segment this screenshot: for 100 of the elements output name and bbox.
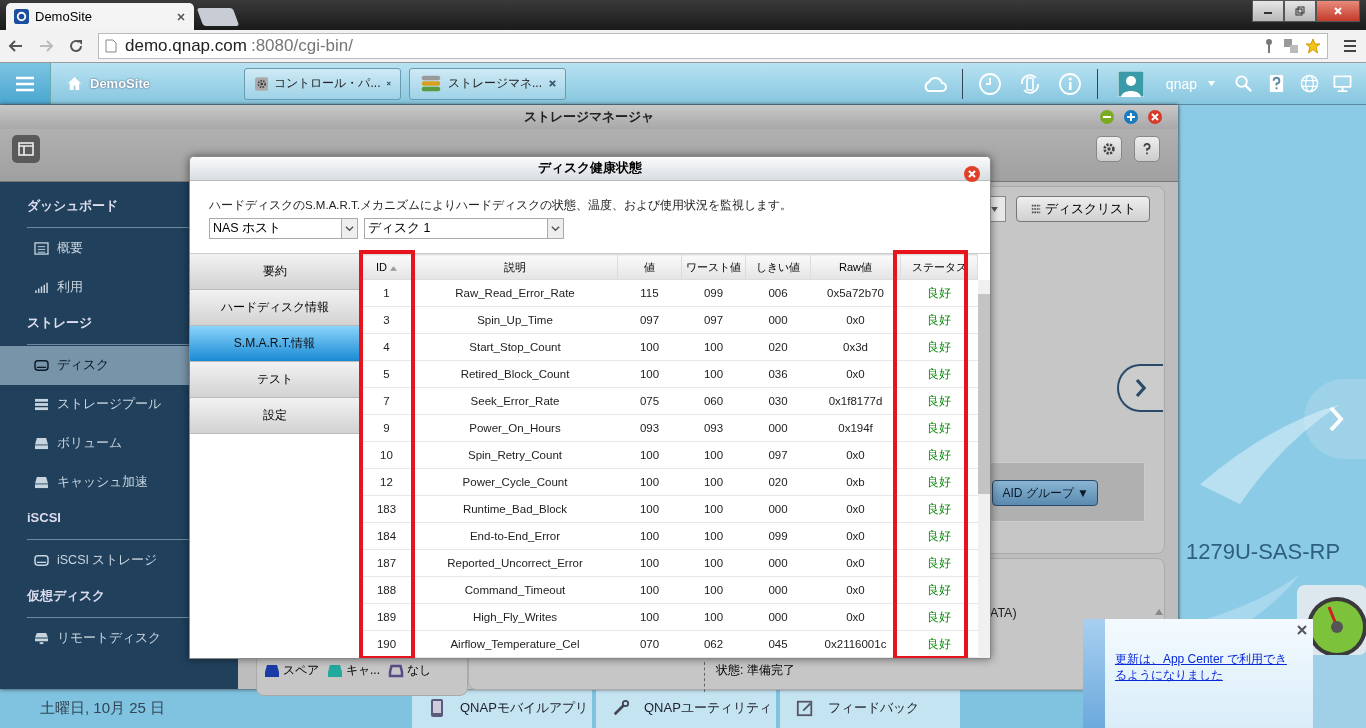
table-cell: 099 xyxy=(681,279,746,307)
avatar-icon[interactable] xyxy=(1117,70,1144,97)
column-header[interactable]: Raw値 xyxy=(810,254,901,280)
next-button[interactable] xyxy=(1117,364,1163,412)
close-button[interactable] xyxy=(1148,110,1162,124)
help-button[interactable] xyxy=(1134,136,1160,162)
column-header[interactable]: 値 xyxy=(617,254,682,280)
caret-icon xyxy=(1207,80,1216,87)
translate-icon[interactable] xyxy=(1283,38,1299,54)
new-tab-button[interactable] xyxy=(196,8,240,26)
table-cell: 100 xyxy=(617,360,682,388)
maximize-button[interactable] xyxy=(1124,110,1138,124)
table-cell: 062 xyxy=(681,630,746,658)
close-icon[interactable] xyxy=(176,11,186,22)
table-cell: End-to-End_Error xyxy=(412,522,618,550)
drive-icon xyxy=(34,437,49,450)
device-name: 1279U-SAS-RP xyxy=(1186,539,1341,565)
settings-button[interactable] xyxy=(1096,136,1122,162)
table-cell: Raw_Read_Error_Rate xyxy=(412,279,618,307)
chevron-icon xyxy=(1133,376,1149,400)
stack-icon xyxy=(34,398,49,411)
close-icon[interactable] xyxy=(1297,625,1307,635)
table-cell: 020 xyxy=(745,333,811,361)
table-cell: 115 xyxy=(617,279,682,307)
drive-icon xyxy=(34,632,49,645)
table-cell: 良好 xyxy=(900,468,978,496)
table-cell: 006 xyxy=(745,279,811,307)
table-cell: 良好 xyxy=(900,387,978,415)
status-text: 状態: 準備完了 xyxy=(716,662,795,679)
table-cell: Runtime_Bad_Block xyxy=(412,495,618,523)
close-button[interactable] xyxy=(964,166,980,182)
drive-icon xyxy=(34,476,49,489)
app-tab[interactable]: コントロール・パ... xyxy=(244,67,401,100)
menu-button[interactable] xyxy=(0,63,51,104)
taskbar-item[interactable]: QNAPユーティリティ xyxy=(596,688,776,728)
close-icon xyxy=(1332,5,1344,17)
menu-icon xyxy=(15,75,35,92)
host-select[interactable]: NAS ホスト xyxy=(209,218,358,239)
menu-tab[interactable]: テスト xyxy=(190,362,359,398)
help-icon[interactable] xyxy=(1267,74,1286,93)
page-icon xyxy=(105,39,117,53)
tab-title: DemoSite xyxy=(35,9,94,24)
close-icon[interactable] xyxy=(548,79,557,88)
table-cell: 060 xyxy=(681,387,746,415)
table-cell: 100 xyxy=(681,468,746,496)
table-cell: 良好 xyxy=(900,306,978,334)
close-icon[interactable] xyxy=(386,79,392,88)
taskbar-item[interactable]: QNAPモバイルアプリ xyxy=(412,688,592,728)
chevron-icon xyxy=(341,219,357,238)
table-cell: 100 xyxy=(681,522,746,550)
menu-tab[interactable]: S.M.A.R.T.情報 xyxy=(190,326,359,362)
column-header[interactable]: 説明 xyxy=(412,254,618,280)
address-field[interactable]: demo.qnap.com :8080/cgi-bin/ xyxy=(98,33,1328,59)
table-cell: 100 xyxy=(617,495,682,523)
scrollbar[interactable] xyxy=(978,280,990,658)
star-icon[interactable] xyxy=(1305,38,1321,54)
phone-icon xyxy=(428,698,446,718)
home-icon xyxy=(67,76,82,91)
table-cell: 045 xyxy=(745,630,811,658)
back-icon[interactable] xyxy=(8,38,24,54)
menu-tab[interactable]: ハードディスク情報 xyxy=(190,290,359,326)
table-cell: 良好 xyxy=(900,522,978,550)
column-header[interactable]: ワースト値 xyxy=(681,254,746,280)
table-cell: 100 xyxy=(681,576,746,604)
table-cell: Airflow_Temperature_Cel xyxy=(412,630,618,658)
minimize-icon xyxy=(1264,12,1272,14)
menu-tab[interactable]: 要約 xyxy=(190,254,359,290)
reload-icon[interactable] xyxy=(68,38,84,54)
browser-tab[interactable]: DemoSite xyxy=(6,3,194,30)
layout-icon xyxy=(18,142,34,156)
restore-button[interactable] xyxy=(1284,0,1316,22)
app-tab[interactable]: ストレージマネ... xyxy=(409,67,566,100)
table-cell: Retired_Block_Count xyxy=(412,360,618,388)
close-button[interactable] xyxy=(1316,0,1360,22)
legend-label: なし xyxy=(407,662,431,679)
table-cell: 良好 xyxy=(900,414,978,442)
table-cell: 100 xyxy=(617,522,682,550)
raid-group-button[interactable]: AID グループ ▼ xyxy=(992,480,1098,506)
table-cell: 000 xyxy=(745,495,811,523)
table-cell: Spin_Retry_Count xyxy=(412,441,618,469)
table-cell: 100 xyxy=(617,333,682,361)
table-cell: 093 xyxy=(617,414,682,442)
column-header[interactable]: しきい値 xyxy=(745,254,811,280)
table-cell: 良好 xyxy=(900,549,978,577)
minimize-button[interactable] xyxy=(1252,0,1284,22)
disk-list-button[interactable]: ディスクリスト xyxy=(1016,196,1150,222)
table-cell: 097 xyxy=(617,306,682,334)
sidebar-toggle-button[interactable] xyxy=(12,135,40,163)
update-link[interactable]: 更新は、App Center で利用できるようになりました xyxy=(1114,651,1295,728)
table-cell: 070 xyxy=(617,630,682,658)
table-cell: 099 xyxy=(745,522,811,550)
table-cell: 良好 xyxy=(900,333,978,361)
disk-select[interactable]: ディスク 1 xyxy=(364,218,564,239)
menu-icon[interactable] xyxy=(1342,38,1358,54)
table-cell: High_Fly_Writes xyxy=(412,603,618,631)
table-cell: Start_Stop_Count xyxy=(412,333,618,361)
column-header[interactable]: ID xyxy=(360,254,413,280)
taskbar-item[interactable]: フィードバック xyxy=(780,688,960,728)
menu-tab[interactable]: 設定 xyxy=(190,398,359,434)
legend-label: キャ... xyxy=(346,662,380,679)
